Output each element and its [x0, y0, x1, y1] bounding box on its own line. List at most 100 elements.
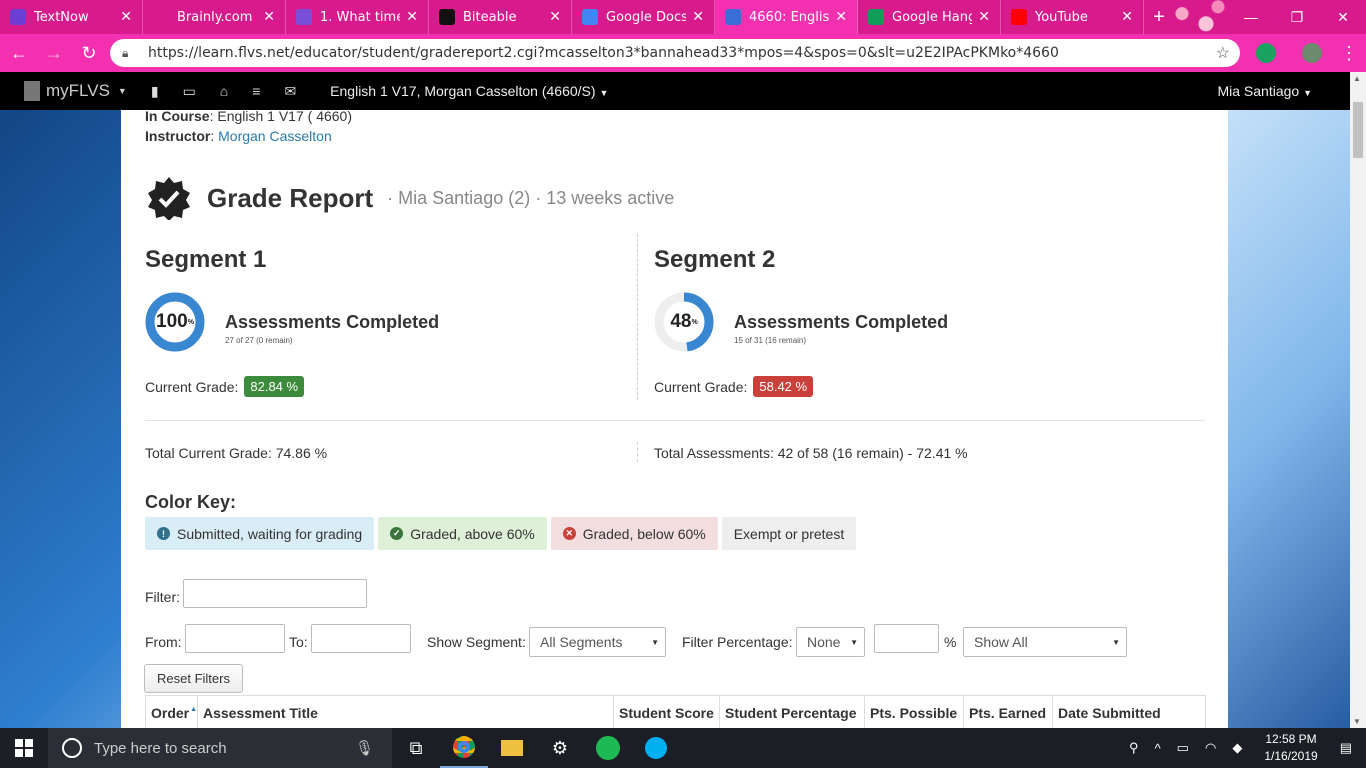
myflvs-logo[interactable]: myFLVS ▼	[24, 81, 127, 101]
tab-title: 4660: English 1	[749, 9, 830, 25]
cortana-icon	[62, 738, 82, 758]
restore-icon[interactable]: ❐	[1274, 0, 1320, 34]
close-tab-icon[interactable]: ✕	[1121, 9, 1133, 25]
assessments-completed-label: Assessments Completed	[225, 312, 440, 332]
column-header[interactable]: Student Score	[614, 696, 720, 728]
skype-icon[interactable]	[632, 728, 680, 768]
list-icon[interactable]: ≡	[252, 83, 260, 99]
browser-tab[interactable]: Google Hango ✕	[858, 0, 1001, 34]
battery-icon[interactable]: ▭	[1177, 740, 1189, 756]
browser-tab[interactable]: Brainly.com - H ✕	[143, 0, 286, 34]
assessment-table-header: Order ▲ Assessment Title Student Score Stude…	[145, 695, 1206, 728]
percentage-operator-select[interactable]: None ▼	[796, 627, 865, 657]
forward-arrow-icon[interactable]: →	[38, 37, 70, 69]
column-header-label: Pts. Earned	[969, 705, 1047, 721]
bookmark-star-icon[interactable]: ☆	[1216, 43, 1230, 63]
current-grade-label: Current Grade:	[145, 378, 239, 395]
segment-select[interactable]: All Segments ▼	[529, 627, 666, 657]
course-selector[interactable]: English 1 V17, Morgan Casselton (4660/S)…	[330, 83, 608, 99]
filter-input[interactable]	[183, 579, 367, 608]
clock[interactable]: 12:58 PM 1/16/2019	[1264, 731, 1317, 765]
column-header[interactable]: Pts. Possible	[865, 696, 964, 728]
instructor-separator: :	[210, 128, 219, 144]
show-select-value: Show All	[974, 634, 1028, 650]
dropdown-arrow-icon: ▼	[1112, 637, 1120, 647]
column-header[interactable]: Pts. Earned	[964, 696, 1053, 728]
to-date-input[interactable]	[311, 624, 411, 653]
profile-avatar-icon[interactable]	[1302, 43, 1322, 63]
browser-tab[interactable]: YouTube ✕	[1001, 0, 1144, 34]
chevron-up-icon[interactable]: ^	[1155, 741, 1161, 756]
file-explorer-icon[interactable]	[488, 728, 536, 768]
percentage-input[interactable]	[874, 624, 939, 653]
close-tab-icon[interactable]: ✕	[835, 9, 847, 25]
close-tab-icon[interactable]: ✕	[263, 9, 275, 25]
dropbox-icon[interactable]: ◆	[1232, 740, 1242, 756]
flvs-logo-mark-icon	[24, 81, 40, 101]
close-tab-icon[interactable]: ✕	[549, 9, 561, 25]
close-tab-icon[interactable]: ✕	[692, 9, 704, 25]
scroll-up-icon[interactable]: ▲	[1353, 74, 1361, 83]
home-icon[interactable]: ⌂	[220, 83, 228, 99]
color-key-item: ✓ Graded, above 60%	[378, 517, 547, 550]
back-arrow-icon[interactable]: ←	[3, 37, 35, 69]
section-divider	[145, 420, 1205, 421]
chrome-icon[interactable]	[440, 728, 488, 768]
address-bar[interactable]: 🔒︎ https://learn.flvs.net/educator/stude…	[110, 39, 1240, 67]
logo-text: myFLVS	[46, 81, 110, 100]
close-tab-icon[interactable]: ✕	[120, 9, 132, 25]
people-icon[interactable]: ⚲	[1129, 740, 1139, 756]
notification-icon[interactable]: ▤	[1340, 740, 1352, 756]
spotify-icon[interactable]	[584, 728, 632, 768]
grammarly-extension-icon[interactable]	[1256, 43, 1276, 63]
page-scrollbar[interactable]: ▲ ▼	[1350, 72, 1366, 728]
scroll-thumb[interactable]	[1353, 102, 1363, 158]
column-header-label: Student Percentage	[725, 705, 857, 721]
assessments-completed-detail: 15 of 31 (16 remain)	[734, 336, 807, 345]
book-icon[interactable]: ▮	[151, 83, 159, 100]
reload-icon[interactable]: ↻	[73, 37, 105, 69]
task-view-icon[interactable]: ⧉	[392, 728, 440, 768]
settings-gear-icon[interactable]: ⚙	[536, 728, 584, 768]
progress-percent: 48%	[670, 311, 698, 332]
close-tab-icon[interactable]: ✕	[978, 9, 990, 25]
scroll-down-icon[interactable]: ▼	[1353, 717, 1361, 726]
column-header[interactable]: Student Percentage	[720, 696, 865, 728]
microphone-icon[interactable]: 🎙︎	[355, 739, 374, 757]
close-tab-icon[interactable]: ✕	[406, 9, 418, 25]
column-header[interactable]: Order ▲	[146, 696, 198, 728]
from-date-input[interactable]	[185, 624, 285, 653]
course-name: English 1 V17, Morgan Casselton (4660/S)	[330, 83, 596, 99]
column-header[interactable]: Assessment Title	[198, 696, 614, 728]
column-header-label: Pts. Possible	[870, 705, 958, 721]
column-header[interactable]: Date Submitted	[1053, 696, 1205, 728]
status-icon: ✕	[562, 527, 576, 540]
start-button[interactable]	[0, 728, 48, 768]
browser-tab[interactable]: 1. What time p ✕	[286, 0, 429, 34]
clock-date: 1/16/2019	[1264, 749, 1318, 763]
browser-tab[interactable]: Google Docs ✕	[572, 0, 715, 34]
segment-1-panel: Segment 1 100% Assessments Completed 27 …	[145, 246, 625, 397]
wifi-icon[interactable]: ◠	[1205, 740, 1216, 756]
close-window-icon[interactable]: ✕	[1320, 0, 1366, 34]
from-label: From:	[145, 634, 182, 650]
browser-tab[interactable]: Biteable ✕	[429, 0, 572, 34]
inbox-icon[interactable]: ▭	[183, 83, 196, 100]
browser-tab[interactable]: TextNow ✕	[0, 0, 143, 34]
assessments-completed-detail: 27 of 27 (0 remain)	[225, 336, 293, 345]
envelope-icon[interactable]: ✉	[284, 83, 296, 100]
current-grade: Current Grade: 82.84 %	[145, 376, 305, 397]
minimize-icon[interactable]: —	[1228, 0, 1274, 34]
taskbar-search[interactable]: Type here to search 🎙︎	[48, 728, 392, 768]
current-grade: Current Grade: 58.42 %	[654, 376, 814, 397]
window-controls: — ❐ ✕	[1228, 0, 1366, 34]
favicon-icon	[10, 9, 26, 25]
user-menu[interactable]: Mia Santiago ▼	[1217, 83, 1312, 99]
grade-report-header: Grade Report · Mia Santiago (2) · 13 wee…	[147, 176, 674, 220]
show-select[interactable]: Show All ▼	[963, 627, 1127, 657]
tab-title: YouTube	[1035, 9, 1088, 25]
browser-tab[interactable]: 4660: English 1 ✕	[715, 0, 858, 34]
reset-filters-button[interactable]: Reset Filters	[144, 664, 243, 693]
instructor-link[interactable]: Morgan Casselton	[218, 128, 332, 144]
menu-dots-icon[interactable]: ⋮	[1333, 37, 1365, 69]
